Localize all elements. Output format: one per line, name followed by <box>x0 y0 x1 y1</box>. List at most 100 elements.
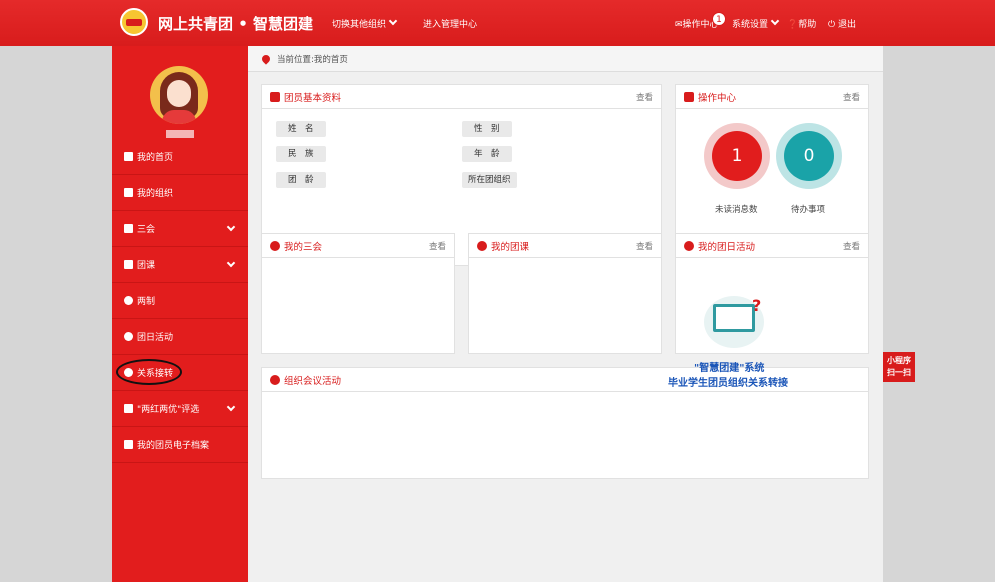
sidebar-item-label: "两红两优"评选 <box>137 405 200 415</box>
my-meetings-header: 我的三会 查看 <box>262 234 454 258</box>
file-icon <box>124 440 133 449</box>
ops-view-link[interactable]: 查看 <box>843 91 860 103</box>
edit-icon <box>124 404 133 413</box>
meeting-icon <box>270 240 280 251</box>
mail-icon: ✉ <box>675 20 683 30</box>
my-activities-header: 我的团日活动 查看 <box>676 234 868 258</box>
avatar[interactable] <box>150 66 208 124</box>
recycle-icon <box>124 332 133 341</box>
my-activities-view-link[interactable]: 查看 <box>843 240 860 252</box>
monitor-icon <box>713 304 755 332</box>
chevron-down-icon <box>770 16 780 26</box>
settings-label: 系统设置 <box>732 20 769 30</box>
mini-program-tab[interactable]: 小程序 扫一扫 <box>883 352 915 382</box>
sidebar-item-label: 三会 <box>137 225 156 235</box>
flag-icon <box>684 240 694 251</box>
unread-messages-stat[interactable]: 1 <box>704 123 770 189</box>
top-navigation-bar: 网上共青团 • 智慧团建 切换其他组织 进入管理中心 ✉操作中心 1 系统设置 … <box>0 0 995 46</box>
my-courses-view-link[interactable]: 查看 <box>636 240 653 252</box>
field-ethnicity-label: 民 族 <box>276 146 326 162</box>
help-label: 帮助 <box>798 20 817 30</box>
main-content: 当前位置:我的首页 团员基本资料 查看 姓 名 民 族 团 龄 性 别 年 龄 所… <box>248 46 883 582</box>
brand-title: 网上共青团 • 智慧团建 <box>158 15 314 33</box>
my-meetings-card: 我的三会 查看 <box>261 233 455 354</box>
question-mark-icon: ? <box>752 296 762 315</box>
profile-card-title: 团员基本资料 <box>284 92 342 104</box>
help-link[interactable]: ❓帮助 <box>787 17 816 30</box>
sidebar-item-three-meetings[interactable]: 三会 <box>112 211 248 247</box>
todo-stat[interactable]: 0 <box>776 123 842 189</box>
chevron-down-icon <box>226 222 236 232</box>
youth-league-logo-icon <box>120 8 148 36</box>
sidebar-item-label: 团课 <box>137 261 156 271</box>
logout-label: 退出 <box>837 20 856 30</box>
help-icon: ❓ <box>787 20 799 30</box>
id-card-icon <box>270 91 280 102</box>
mini-program-line-1: 小程序 <box>887 356 911 365</box>
my-courses-card: 我的团课 查看 <box>468 233 662 354</box>
target-icon <box>124 296 133 305</box>
my-meetings-title: 我的三会 <box>284 241 323 253</box>
power-icon: ⏻ <box>828 20 838 30</box>
my-meetings-view-link[interactable]: 查看 <box>429 240 446 252</box>
chevron-down-icon <box>226 258 236 268</box>
sidebar-item-label: 团日活动 <box>137 333 174 343</box>
ops-card-title: 操作中心 <box>698 92 737 104</box>
todo-count: 0 <box>784 131 834 181</box>
gear-icon <box>684 91 694 102</box>
sidebar-item-label: 我的团员电子档案 <box>137 441 210 451</box>
sidebar-item-two-systems[interactable]: 两制 <box>112 283 248 319</box>
sidebar-nav: 我的首页 我的组织 三会 团课 两制 团日活动 关系接转 "两红两优"评选 我的… <box>112 139 248 463</box>
promo-line-2[interactable]: 毕业学生团员组织关系转接 <box>668 374 788 389</box>
sidebar-item-relation-transfer[interactable]: 关系接转 <box>112 355 248 391</box>
annotation-circle <box>116 359 182 385</box>
edit-icon <box>124 224 133 233</box>
profile-view-link[interactable]: 查看 <box>636 91 653 103</box>
field-name-label: 姓 名 <box>276 121 326 137</box>
settings-dropdown[interactable]: 系统设置 <box>732 16 780 30</box>
unread-label: 未读消息数 <box>715 205 758 215</box>
sidebar-item-label: 我的首页 <box>137 153 174 163</box>
field-gender-label: 性 别 <box>462 121 512 137</box>
admin-center-link[interactable]: 进入管理中心 <box>423 17 477 30</box>
relation-transfer-promo-illustration[interactable]: ? <box>704 296 764 348</box>
avatar-face <box>167 80 191 107</box>
todo-label: 待办事项 <box>791 205 826 215</box>
my-courses-header: 我的团课 查看 <box>469 234 661 258</box>
chevron-down-icon <box>226 402 236 412</box>
field-league-age-label: 团 龄 <box>276 172 326 188</box>
field-age-label: 年 龄 <box>462 146 512 162</box>
breadcrumb: 当前位置:我的首页 <box>248 46 883 72</box>
sidebar-item-league-day[interactable]: 团日活动 <box>112 319 248 355</box>
location-pin-icon <box>260 52 272 65</box>
profile-card-header: 团员基本资料 查看 <box>262 85 661 109</box>
pen-icon <box>477 240 487 251</box>
avatar-body <box>162 110 196 124</box>
my-activities-title: 我的团日活动 <box>698 241 756 253</box>
my-courses-title: 我的团课 <box>491 241 530 253</box>
ops-card-header: 操作中心 查看 <box>676 85 868 109</box>
sidebar-item-label: 我的组织 <box>137 189 174 199</box>
sidebar: 我的首页 我的组织 三会 团课 两制 团日活动 关系接转 "两红两优"评选 我的… <box>112 46 248 582</box>
field-org-label: 所在团组织 <box>462 172 517 188</box>
mini-program-line-2: 扫一扫 <box>887 368 911 377</box>
users-icon <box>124 188 133 197</box>
meeting-icon <box>270 374 280 385</box>
my-activities-card: 我的团日活动 查看 <box>675 233 869 354</box>
promo-line-1[interactable]: "智慧团建"系统 <box>694 359 764 374</box>
sidebar-item-my-org[interactable]: 我的组织 <box>112 175 248 211</box>
username-redacted <box>166 130 194 138</box>
sidebar-item-label: 两制 <box>137 297 156 307</box>
sidebar-item-league-course[interactable]: 团课 <box>112 247 248 283</box>
breadcrumb-text: 当前位置:我的首页 <box>277 54 348 65</box>
sidebar-item-home[interactable]: 我的首页 <box>112 139 248 175</box>
switch-org-label: 切换其他组织 <box>332 20 387 30</box>
sidebar-item-e-archive[interactable]: 我的团员电子档案 <box>112 427 248 463</box>
home-icon <box>124 152 133 161</box>
sidebar-item-selection[interactable]: "两红两优"评选 <box>112 391 248 427</box>
logout-link[interactable]: ⏻ 退出 <box>828 17 856 30</box>
folder-icon <box>124 260 133 269</box>
unread-count: 1 <box>712 131 762 181</box>
switch-org-dropdown[interactable]: 切换其他组织 <box>332 16 398 30</box>
chevron-down-icon <box>388 16 398 26</box>
